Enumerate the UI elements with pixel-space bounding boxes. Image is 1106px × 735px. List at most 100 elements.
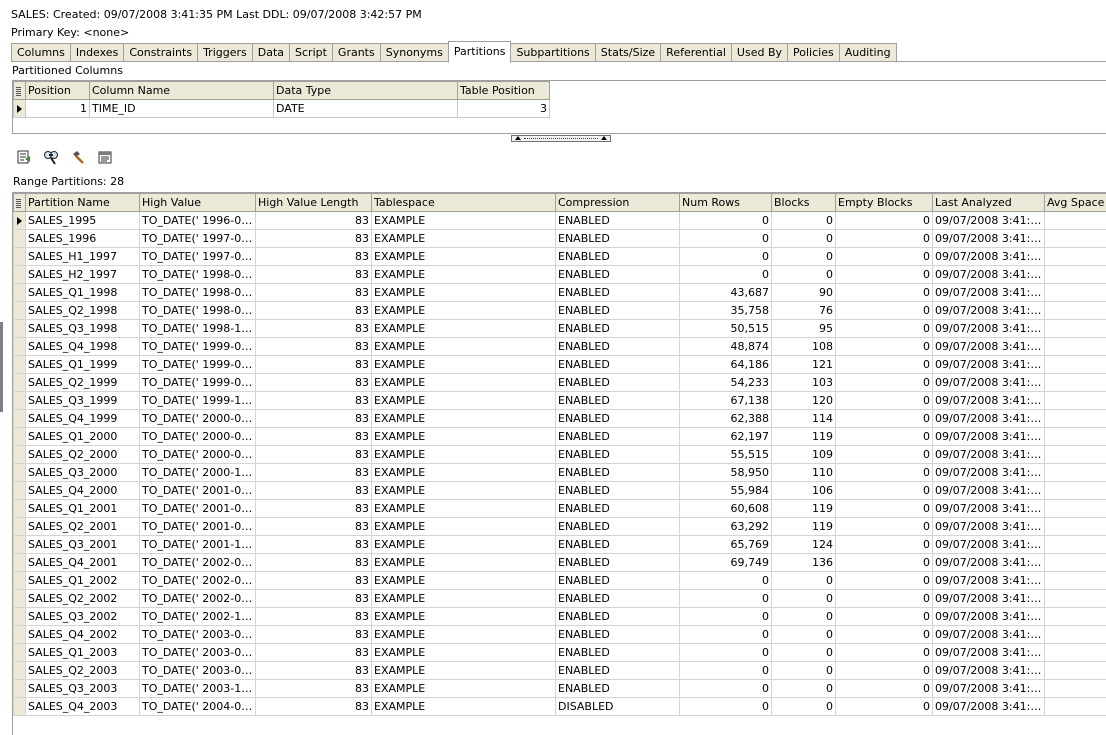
tab-columns[interactable]: Columns bbox=[11, 43, 71, 61]
row-indicator[interactable] bbox=[14, 100, 26, 118]
table-cell[interactable]: 121 bbox=[772, 356, 836, 374]
row-indicator[interactable] bbox=[14, 248, 26, 266]
table-cell[interactable]: 83 bbox=[256, 284, 372, 302]
table-cell[interactable]: SALES_Q4_2002 bbox=[26, 626, 140, 644]
table-cell[interactable]: ENABLED bbox=[556, 392, 680, 410]
table-cell[interactable] bbox=[1045, 536, 1106, 554]
table-cell[interactable]: ENABLED bbox=[556, 680, 680, 698]
table-row[interactable]: SALES_Q4_2003TO_DATE(' 2004-01-...83EXAM… bbox=[14, 698, 1106, 716]
table-cell[interactable]: 09/07/2008 3:41:3... bbox=[933, 518, 1045, 536]
table-cell[interactable]: 83 bbox=[256, 662, 372, 680]
table-cell[interactable]: 0 bbox=[836, 590, 933, 608]
table-cell[interactable]: TO_DATE(' 1996-01-... bbox=[140, 212, 256, 230]
row-indicator[interactable] bbox=[14, 608, 26, 626]
table-cell[interactable]: 83 bbox=[256, 644, 372, 662]
row-indicator[interactable] bbox=[14, 644, 26, 662]
table-cell[interactable]: 0 bbox=[772, 698, 836, 716]
table-cell[interactable]: SALES_Q1_1998 bbox=[26, 284, 140, 302]
table-cell[interactable]: TO_DATE(' 2001-01-... bbox=[140, 482, 256, 500]
table-cell[interactable]: 136 bbox=[772, 554, 836, 572]
table-row[interactable]: SALES_H2_1997TO_DATE(' 1998-01-...83EXAM… bbox=[14, 266, 1106, 284]
table-cell[interactable]: 09/07/2008 3:41:3... bbox=[933, 374, 1045, 392]
table-row[interactable]: SALES_Q4_1999TO_DATE(' 2000-01-...83EXAM… bbox=[14, 410, 1106, 428]
table-cell[interactable] bbox=[1045, 248, 1106, 266]
splitter-up-arrow-icon[interactable] bbox=[515, 136, 521, 140]
table-cell[interactable]: 35,758 bbox=[680, 302, 772, 320]
column-header[interactable]: Blocks bbox=[772, 194, 836, 212]
find-icon[interactable] bbox=[41, 148, 60, 165]
table-cell[interactable]: 0 bbox=[836, 554, 933, 572]
table-cell[interactable]: 103 bbox=[772, 374, 836, 392]
table-cell[interactable]: ENABLED bbox=[556, 284, 680, 302]
table-cell[interactable]: SALES_H1_1997 bbox=[26, 248, 140, 266]
table-cell[interactable]: SALES_1995 bbox=[26, 212, 140, 230]
row-indicator[interactable] bbox=[14, 518, 26, 536]
table-cell[interactable] bbox=[1045, 356, 1106, 374]
table-cell[interactable]: SALES_Q4_2000 bbox=[26, 482, 140, 500]
row-indicator[interactable] bbox=[14, 428, 26, 446]
table-cell[interactable]: SALES_Q4_2001 bbox=[26, 554, 140, 572]
table-cell[interactable]: SALES_Q1_2003 bbox=[26, 644, 140, 662]
table-cell[interactable] bbox=[1045, 554, 1106, 572]
table-cell[interactable]: 119 bbox=[772, 428, 836, 446]
table-cell[interactable]: 62,388 bbox=[680, 410, 772, 428]
column-header[interactable]: Table Position bbox=[458, 82, 550, 100]
table-cell[interactable]: 119 bbox=[772, 518, 836, 536]
table-cell[interactable]: 55,515 bbox=[680, 446, 772, 464]
table-cell[interactable] bbox=[1045, 518, 1106, 536]
row-indicator[interactable] bbox=[14, 626, 26, 644]
row-indicator[interactable] bbox=[14, 572, 26, 590]
table-cell[interactable]: SALES_Q1_2000 bbox=[26, 428, 140, 446]
row-indicator[interactable] bbox=[14, 698, 26, 716]
table-cell[interactable]: 55,984 bbox=[680, 482, 772, 500]
table-cell[interactable]: ENABLED bbox=[556, 572, 680, 590]
row-indicator[interactable] bbox=[14, 464, 26, 482]
table-cell[interactable]: 83 bbox=[256, 410, 372, 428]
table-cell[interactable]: ENABLED bbox=[556, 644, 680, 662]
table-cell[interactable]: 0 bbox=[680, 698, 772, 716]
row-indicator[interactable] bbox=[14, 662, 26, 680]
table-cell[interactable]: SALES_H2_1997 bbox=[26, 266, 140, 284]
table-cell[interactable]: 09/07/2008 3:41:3... bbox=[933, 320, 1045, 338]
table-cell[interactable]: 0 bbox=[836, 662, 933, 680]
table-cell[interactable]: EXAMPLE bbox=[372, 680, 556, 698]
table-cell[interactable]: 09/07/2008 3:41:3... bbox=[933, 464, 1045, 482]
row-indicator[interactable] bbox=[14, 680, 26, 698]
table-row[interactable]: SALES_Q3_2001TO_DATE(' 2001-10-...83EXAM… bbox=[14, 536, 1106, 554]
table-row[interactable]: SALES_Q2_1999TO_DATE(' 1999-07-...83EXAM… bbox=[14, 374, 1106, 392]
table-cell[interactable] bbox=[1045, 212, 1106, 230]
table-cell[interactable]: TO_DATE(' 1998-04-... bbox=[140, 284, 256, 302]
table-cell[interactable]: 83 bbox=[256, 626, 372, 644]
table-cell[interactable]: 0 bbox=[836, 680, 933, 698]
table-cell[interactable]: 0 bbox=[680, 572, 772, 590]
table-row[interactable]: SALES_Q3_2002TO_DATE(' 2002-10-...83EXAM… bbox=[14, 608, 1106, 626]
row-indicator[interactable] bbox=[14, 554, 26, 572]
table-cell[interactable]: EXAMPLE bbox=[372, 446, 556, 464]
row-indicator[interactable] bbox=[14, 212, 26, 230]
table-cell[interactable]: EXAMPLE bbox=[372, 518, 556, 536]
table-cell[interactable]: 83 bbox=[256, 680, 372, 698]
table-cell[interactable] bbox=[1045, 410, 1106, 428]
table-cell[interactable]: 0 bbox=[680, 266, 772, 284]
column-header[interactable]: Position bbox=[26, 82, 90, 100]
table-cell[interactable]: 09/07/2008 3:41:3... bbox=[933, 230, 1045, 248]
table-cell[interactable]: EXAMPLE bbox=[372, 536, 556, 554]
table-cell[interactable]: 09/07/2008 3:41:3... bbox=[933, 392, 1045, 410]
table-row[interactable]: SALES_Q3_2000TO_DATE(' 2000-10-...83EXAM… bbox=[14, 464, 1106, 482]
table-cell[interactable] bbox=[1045, 590, 1106, 608]
table-cell[interactable]: TO_DATE(' 1997-01-... bbox=[140, 230, 256, 248]
table-cell[interactable]: 124 bbox=[772, 536, 836, 554]
table-cell[interactable]: 0 bbox=[680, 590, 772, 608]
table-cell[interactable]: TO_DATE(' 1999-10-... bbox=[140, 392, 256, 410]
table-cell[interactable]: 0 bbox=[772, 662, 836, 680]
table-cell[interactable]: 83 bbox=[256, 464, 372, 482]
table-row[interactable]: SALES_Q2_2001TO_DATE(' 2001-07-...83EXAM… bbox=[14, 518, 1106, 536]
table-row[interactable]: SALES_Q2_1998TO_DATE(' 1998-07-...83EXAM… bbox=[14, 302, 1106, 320]
table-row[interactable]: SALES_Q1_2003TO_DATE(' 2003-04-...83EXAM… bbox=[14, 644, 1106, 662]
table-cell[interactable]: 0 bbox=[836, 392, 933, 410]
row-indicator[interactable] bbox=[14, 374, 26, 392]
column-header[interactable]: Compression bbox=[556, 194, 680, 212]
table-row[interactable]: SALES_Q1_1998TO_DATE(' 1998-04-...83EXAM… bbox=[14, 284, 1106, 302]
table-cell[interactable]: 09/07/2008 3:41:3... bbox=[933, 302, 1045, 320]
table-cell[interactable]: 09/07/2008 3:41:3... bbox=[933, 284, 1045, 302]
